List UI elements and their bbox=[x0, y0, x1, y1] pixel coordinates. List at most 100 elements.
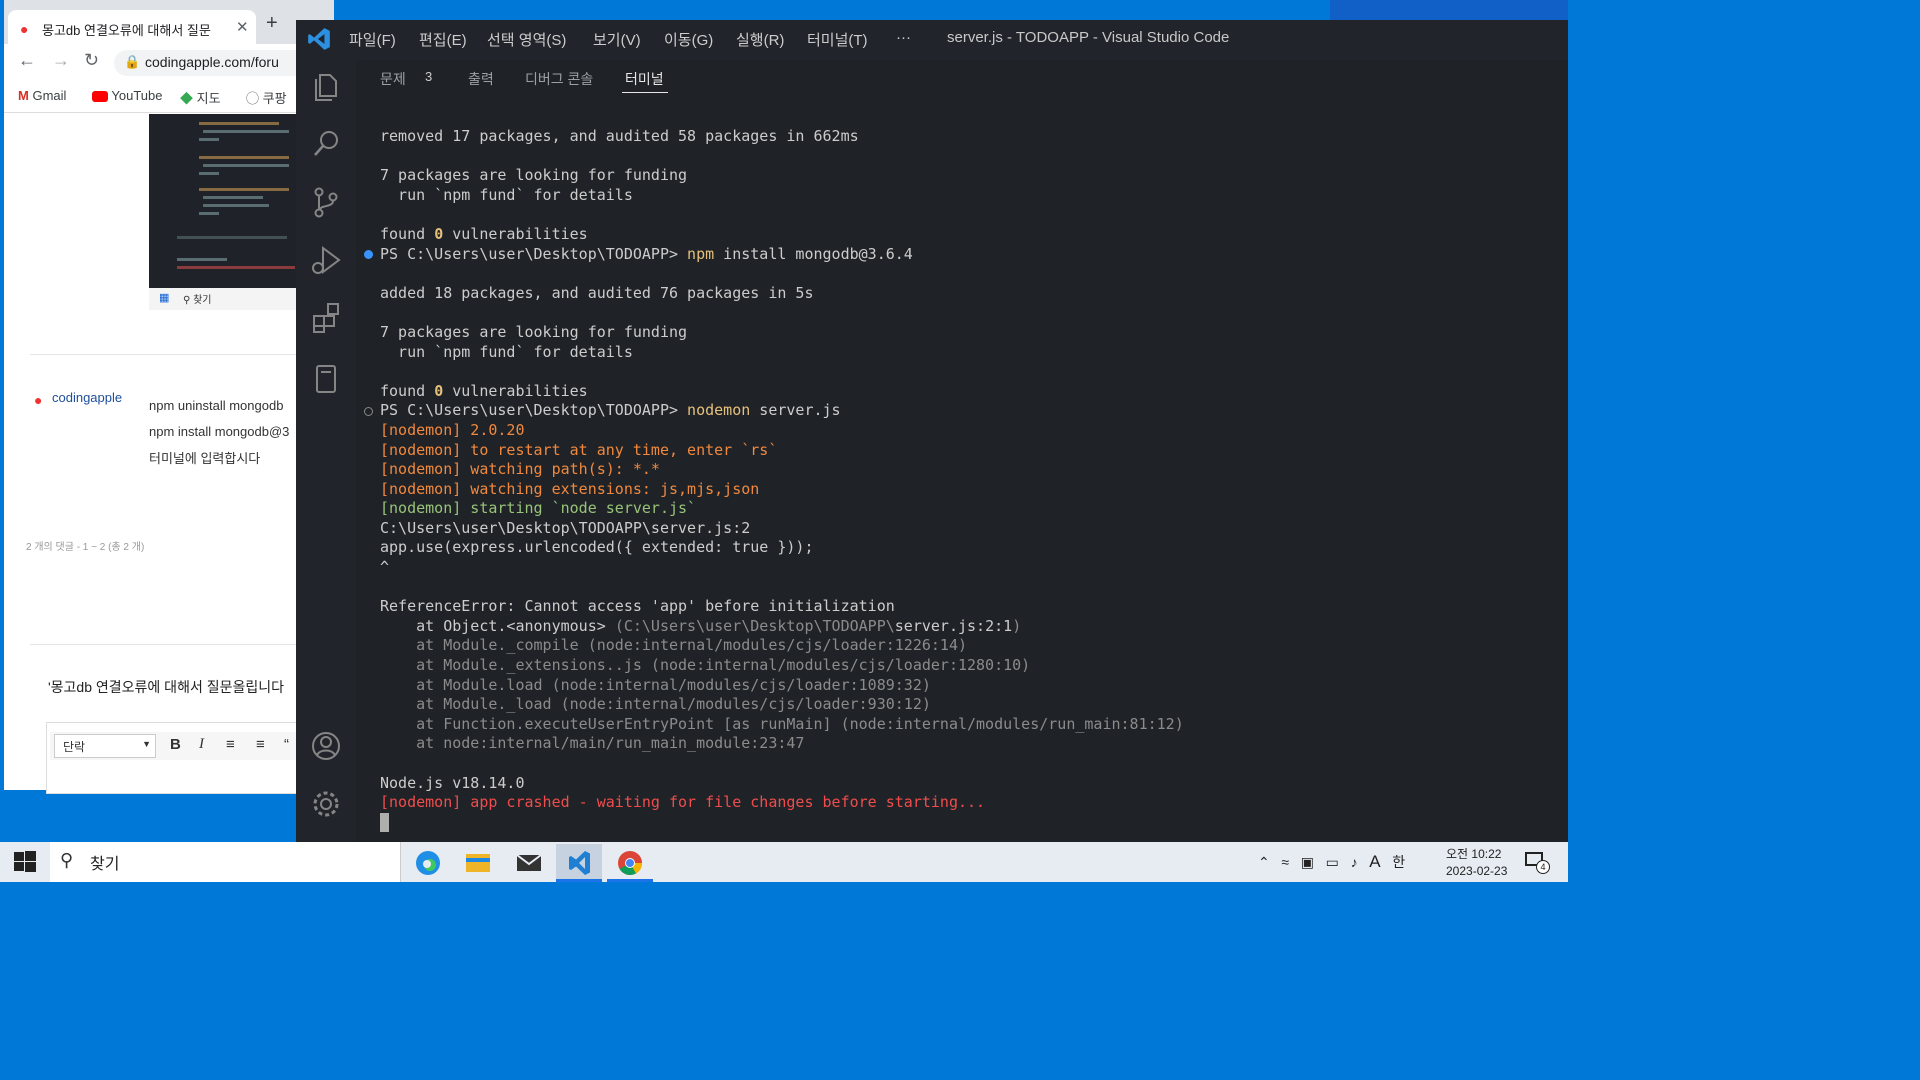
tab-terminal[interactable]: 터미널 bbox=[625, 69, 664, 89]
menu-selection[interactable]: 선택 영역(S) bbox=[487, 29, 566, 50]
text: ) bbox=[1012, 616, 1022, 635]
text: vulnerabilities bbox=[443, 381, 588, 400]
bookmark-maps[interactable]: ◆ 지도 bbox=[180, 88, 221, 107]
terminal-line: found 0 vulnerabilities bbox=[380, 225, 588, 243]
ime-language[interactable]: 한 bbox=[1392, 854, 1405, 870]
stack-file-link[interactable]: server.js:2:1 bbox=[895, 617, 1012, 635]
search-icon[interactable] bbox=[306, 124, 346, 164]
command-success-decoration[interactable] bbox=[364, 250, 373, 259]
back-icon[interactable]: ← bbox=[18, 50, 36, 71]
edge-icon bbox=[416, 851, 440, 875]
menu-terminal[interactable]: 터미널(T) bbox=[807, 29, 868, 50]
meet-icon[interactable]: ▣ bbox=[1301, 854, 1314, 870]
source-control-icon[interactable] bbox=[306, 182, 346, 222]
notification-center-button[interactable]: 4 bbox=[1524, 850, 1550, 874]
stack-line: at Module.load (node:internal/modules/cj… bbox=[380, 675, 931, 694]
vscode-logo-icon bbox=[308, 28, 330, 50]
text: (C:\Users\user\Desktop\TODOAPP\ bbox=[614, 616, 895, 635]
bookmark-coupang[interactable]: ◯ 쿠팡 bbox=[246, 88, 287, 107]
extensions-icon[interactable] bbox=[306, 298, 346, 338]
stack-line: at node:internal/main/run_main_module:23… bbox=[380, 734, 805, 753]
comment-line: 터미널에 입력합시다 bbox=[149, 451, 261, 466]
stack-line: at Object.<anonymous> (C:\Users\user\Des… bbox=[380, 617, 1021, 635]
taskbar-chrome[interactable] bbox=[607, 844, 653, 882]
bookmark-gmail[interactable]: M Gmail bbox=[18, 88, 66, 103]
terminal-line: added 18 packages, and audited 76 packag… bbox=[380, 283, 814, 302]
text: found bbox=[380, 224, 435, 243]
node-version: Node.js v18.14.0 bbox=[380, 773, 525, 792]
menu-more[interactable]: ··· bbox=[896, 29, 911, 46]
ime-mode[interactable]: A bbox=[1369, 852, 1380, 871]
system-tray: ⌃ ≈ ▣ ▭ ♪ A 한 bbox=[1258, 852, 1405, 872]
address-text[interactable]: codingapple.com/foru bbox=[145, 54, 279, 70]
taskbar-search-placeholder: 찾기 bbox=[90, 856, 120, 873]
tab-debug-console[interactable]: 디버그 콘솔 bbox=[525, 69, 593, 89]
bookmark-label: Gmail bbox=[32, 88, 67, 103]
divider bbox=[30, 644, 330, 645]
maps-icon: ◆ bbox=[180, 91, 194, 106]
bullet-list-icon[interactable]: ≡ bbox=[226, 736, 235, 753]
paragraph-select[interactable]: 단락 ▼ bbox=[54, 734, 156, 758]
vulnerability-count: 0 bbox=[434, 224, 444, 243]
apple-icon: ● bbox=[34, 392, 43, 408]
taskbar-mail[interactable] bbox=[506, 844, 552, 882]
comment-author[interactable]: codingapple bbox=[52, 390, 122, 405]
notebook-icon[interactable] bbox=[306, 358, 346, 398]
globe-icon: ◯ bbox=[246, 91, 260, 106]
reload-icon[interactable]: ↻ bbox=[84, 50, 99, 71]
error-location: C:\Users\user\Desktop\TODOAPP\server.js:… bbox=[380, 518, 751, 537]
menu-edit[interactable]: 편집(E) bbox=[419, 29, 467, 50]
clock-date[interactable]: 2023-02-23 bbox=[1446, 864, 1507, 878]
terminal-line: 7 packages are looking for funding bbox=[380, 322, 688, 341]
close-icon[interactable]: ✕ bbox=[236, 18, 249, 36]
mail-icon bbox=[516, 854, 542, 871]
network-icon[interactable]: ≈ bbox=[1281, 854, 1289, 870]
bookmark-youtube[interactable]: YouTube bbox=[92, 88, 162, 103]
taskbar-file-explorer[interactable] bbox=[455, 844, 501, 882]
chevron-up-icon[interactable]: ⌃ bbox=[1258, 854, 1270, 870]
prompt: PS C:\Users\user\Desktop\TODOAPP> bbox=[380, 244, 688, 263]
youtube-icon bbox=[92, 91, 108, 103]
battery-icon[interactable]: ▭ bbox=[1326, 854, 1339, 870]
bookmark-label: YouTube bbox=[111, 88, 163, 103]
new-tab-icon[interactable]: + bbox=[266, 12, 278, 35]
tab-output[interactable]: 출력 bbox=[468, 69, 494, 89]
nodemon-line: [nodemon] to restart at any time, enter … bbox=[380, 440, 778, 459]
clock-time[interactable]: 오전 10:22 bbox=[1446, 845, 1501, 862]
stack-line: at Module._extensions..js (node:internal… bbox=[380, 656, 1031, 675]
thumbnail-taskbar: ▦ ⚲ 찾기 bbox=[149, 288, 299, 310]
bookmark-label: 쿠팡 bbox=[262, 91, 287, 106]
menu-view[interactable]: 보기(V) bbox=[593, 29, 641, 50]
problems-count-badge: 3 bbox=[425, 69, 433, 84]
command: nodemon bbox=[687, 401, 751, 420]
menu-run[interactable]: 실행(R) bbox=[736, 29, 784, 50]
menu-go[interactable]: 이동(G) bbox=[664, 29, 713, 50]
terminal-output[interactable]: removed 17 packages, and audited 58 pack… bbox=[380, 127, 1184, 813]
quote-icon[interactable]: “ bbox=[284, 736, 289, 753]
command-decoration[interactable] bbox=[364, 407, 373, 416]
terminal-line: removed 17 packages, and audited 58 pack… bbox=[380, 127, 859, 145]
numbered-list-icon[interactable]: ≡ bbox=[256, 736, 265, 753]
taskbar-edge[interactable] bbox=[405, 844, 451, 882]
text: found bbox=[380, 381, 435, 400]
nodemon-line: [nodemon] starting `node server.js` bbox=[380, 499, 697, 518]
volume-icon[interactable]: ♪ bbox=[1351, 854, 1358, 870]
divider bbox=[30, 354, 330, 355]
menu-file[interactable]: 파일(F) bbox=[349, 29, 396, 50]
italic-icon[interactable]: I bbox=[199, 736, 204, 753]
bold-icon[interactable]: B bbox=[170, 736, 181, 753]
account-icon[interactable] bbox=[306, 726, 346, 766]
terminal-line: found 0 vulnerabilities bbox=[380, 382, 588, 400]
run-debug-icon[interactable] bbox=[306, 240, 346, 280]
gear-icon[interactable] bbox=[306, 784, 346, 824]
windows-start-icon[interactable] bbox=[14, 851, 36, 873]
comment-line: npm install mongodb@3 bbox=[149, 424, 290, 439]
screenshot-thumbnail[interactable] bbox=[149, 114, 299, 310]
forward-icon[interactable]: → bbox=[52, 50, 70, 71]
tab-problems[interactable]: 문제 bbox=[380, 69, 406, 89]
stack-line: at Function.executeUserEntryPoint [as ru… bbox=[380, 714, 1184, 733]
active-app-indicator bbox=[556, 879, 602, 882]
taskbar-vscode[interactable] bbox=[556, 844, 602, 882]
error-caret: ^ bbox=[380, 558, 390, 577]
explorer-icon[interactable] bbox=[306, 66, 346, 106]
